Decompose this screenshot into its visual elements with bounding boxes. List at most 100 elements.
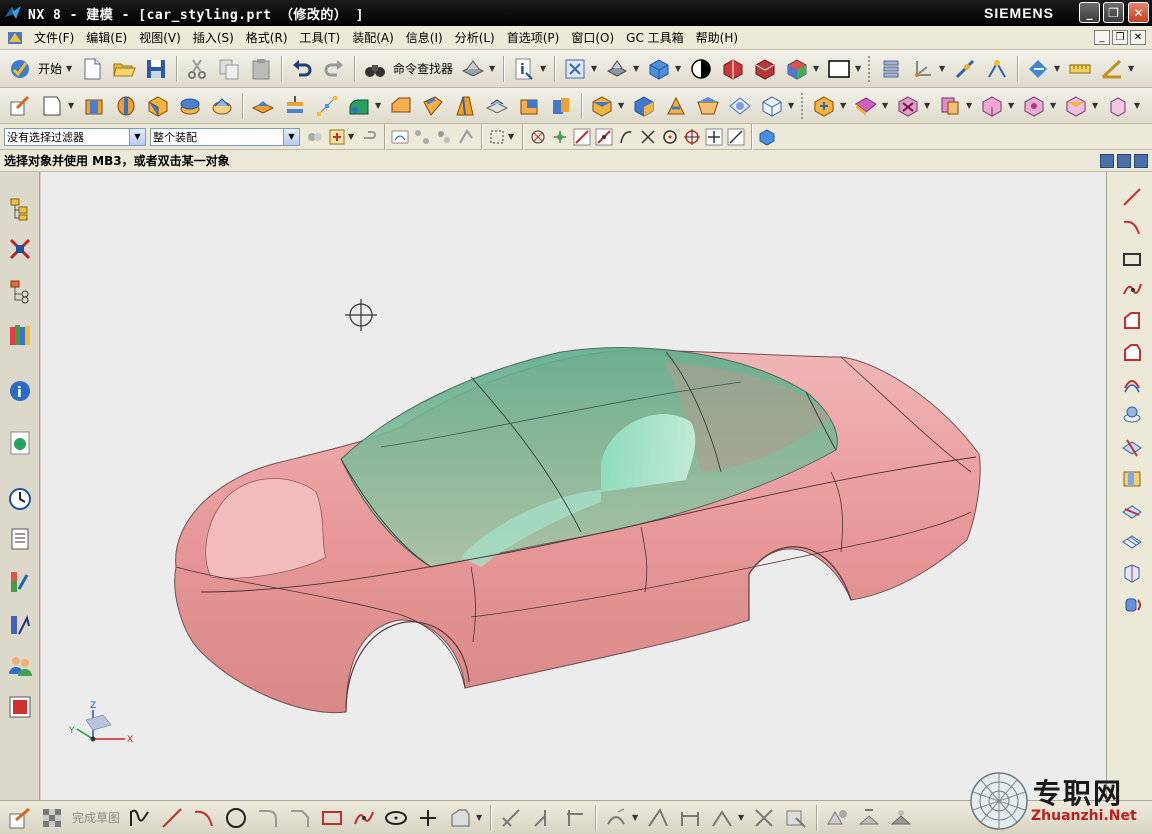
fillet-curve-button[interactable]	[1119, 340, 1145, 366]
select-parent-button[interactable]	[412, 127, 432, 147]
fit-dropdown-icon[interactable]: ▼	[591, 64, 599, 73]
move-object-button[interactable]	[810, 92, 838, 120]
snap-grid-button[interactable]	[550, 127, 570, 147]
isoparametric-curve-button[interactable]	[1119, 528, 1145, 554]
menu-gc-toolkit[interactable]: GC 工具箱	[620, 28, 690, 48]
layer-settings-button[interactable]	[459, 55, 487, 83]
menu-analysis[interactable]: 分析(L)	[449, 28, 501, 48]
menu-edit[interactable]: 编辑(E)	[80, 28, 133, 48]
box-dropdown-icon[interactable]: ▼	[508, 132, 516, 141]
orient-view-button[interactable]	[645, 55, 673, 83]
offset-face-button[interactable]	[483, 92, 511, 120]
update-model-button[interactable]	[887, 804, 915, 832]
snap-quadrant-button[interactable]	[682, 127, 702, 147]
command-finder-button[interactable]	[361, 55, 389, 83]
offset-region-dropdown-icon[interactable]: ▼	[1050, 101, 1058, 110]
edge-blend-button[interactable]	[345, 92, 373, 120]
sketch-line-button[interactable]	[158, 804, 186, 832]
part-navigator-tab[interactable]	[5, 276, 35, 306]
split-curve-button[interactable]	[1119, 592, 1145, 618]
view-triad-button[interactable]	[783, 55, 811, 83]
rendering-style-button[interactable]	[603, 55, 631, 83]
cube-dropdown-icon[interactable]: ▼	[788, 101, 796, 110]
constrain-dropdown-icon[interactable]: ▼	[738, 813, 746, 822]
sync-dropdown-icon[interactable]: ▼	[882, 101, 890, 110]
sketch-arc-button[interactable]	[190, 804, 218, 832]
show-constraints-button[interactable]	[750, 804, 778, 832]
point-set-button[interactable]	[313, 92, 341, 120]
panel-icon[interactable]	[1100, 154, 1114, 168]
make-corner-button[interactable]	[561, 804, 589, 832]
offset-curve-button[interactable]	[1119, 370, 1145, 396]
doc-close-button[interactable]: ✕	[1130, 30, 1146, 45]
mirror-button[interactable]	[630, 92, 658, 120]
reuse-library-tab[interactable]	[5, 320, 35, 350]
save-button[interactable]	[142, 55, 170, 83]
snap-on-face-button[interactable]	[757, 127, 777, 147]
snap-control-button[interactable]	[616, 127, 636, 147]
snap-intersection-button[interactable]	[638, 127, 658, 147]
extrude-button[interactable]	[80, 92, 108, 120]
snap-endpoint-button[interactable]	[528, 127, 548, 147]
snap-point-button[interactable]	[951, 55, 979, 83]
synchronous-button[interactable]	[852, 92, 880, 120]
menu-insert[interactable]: 插入(S)	[187, 28, 240, 48]
ruler-button[interactable]	[1066, 55, 1094, 83]
doc-minimize-button[interactable]: _	[1094, 30, 1110, 45]
toolbar-grip[interactable]	[868, 55, 872, 82]
start-button[interactable]	[6, 55, 34, 83]
pattern-button[interactable]	[588, 92, 616, 120]
curve-rule-button[interactable]	[390, 127, 410, 147]
extract-geometry-button[interactable]	[662, 92, 690, 120]
paste-button[interactable]	[247, 55, 275, 83]
type-filter-select[interactable]: 没有选择过滤器 ▼	[4, 127, 146, 146]
blend-dropdown-icon[interactable]: ▼	[375, 101, 383, 110]
background-button[interactable]	[687, 55, 715, 83]
snap-dropdown-icon[interactable]: ▼	[348, 132, 356, 141]
menu-format[interactable]: 格式(R)	[240, 28, 294, 48]
plane-dropdown-icon[interactable]: ▼	[68, 101, 76, 110]
offset-region-button[interactable]	[1020, 92, 1048, 120]
wrap-curve-button[interactable]	[1119, 466, 1145, 492]
revolve-button[interactable]	[112, 92, 140, 120]
extract-curve-button[interactable]	[1119, 560, 1145, 586]
replace-face-button[interactable]	[936, 92, 964, 120]
studio-spline-button[interactable]	[350, 804, 378, 832]
wireframe-cube-button[interactable]	[758, 92, 786, 120]
color-swatch-button[interactable]	[825, 55, 853, 83]
selection-scope-select[interactable]: 整个装配 ▼	[150, 127, 300, 146]
wcs-button[interactable]	[909, 55, 937, 83]
cylinder-button[interactable]	[176, 92, 204, 120]
arc-button[interactable]	[1119, 214, 1145, 240]
quick-extend-button[interactable]	[529, 804, 557, 832]
pattern-face-dropdown-icon[interactable]: ▼	[1134, 101, 1142, 110]
direction-button[interactable]	[1024, 55, 1052, 83]
delete-dropdown-icon[interactable]: ▼	[924, 101, 932, 110]
chevron-down-icon[interactable]: ▼	[283, 128, 299, 145]
geometric-constraint-button[interactable]	[644, 804, 672, 832]
rectangle-button[interactable]	[1119, 246, 1145, 272]
auto-constrain-button[interactable]	[708, 804, 736, 832]
group-face-dropdown-icon[interactable]: ▼	[1092, 101, 1100, 110]
toolbar-grip[interactable]	[801, 92, 805, 119]
menu-assembly[interactable]: 装配(A)	[346, 28, 400, 48]
thicken-button[interactable]	[515, 92, 543, 120]
app-menu-icon[interactable]	[6, 29, 24, 47]
system-materials-tab[interactable]	[5, 524, 35, 554]
layer-manager-button[interactable]	[877, 55, 905, 83]
menu-view[interactable]: 视图(V)	[133, 28, 187, 48]
convert-reference-button[interactable]	[782, 804, 810, 832]
constraint-navigator-tab[interactable]	[5, 234, 35, 264]
sketch-polygon-button[interactable]	[446, 804, 474, 832]
polygon-dropdown-icon[interactable]: ▼	[476, 813, 484, 822]
snap-midpoint-button[interactable]	[594, 127, 614, 147]
pattern-face-button[interactable]	[1104, 92, 1132, 120]
spline-button[interactable]	[1119, 276, 1145, 302]
close-button[interactable]: ✕	[1128, 2, 1149, 23]
pattern-dropdown-icon[interactable]: ▼	[618, 101, 626, 110]
snap-line-button[interactable]	[572, 127, 592, 147]
finish-sketch-button[interactable]	[38, 804, 66, 832]
open-button[interactable]	[110, 55, 138, 83]
undo-button[interactable]	[288, 55, 316, 83]
previous-selection-button[interactable]	[359, 127, 379, 147]
